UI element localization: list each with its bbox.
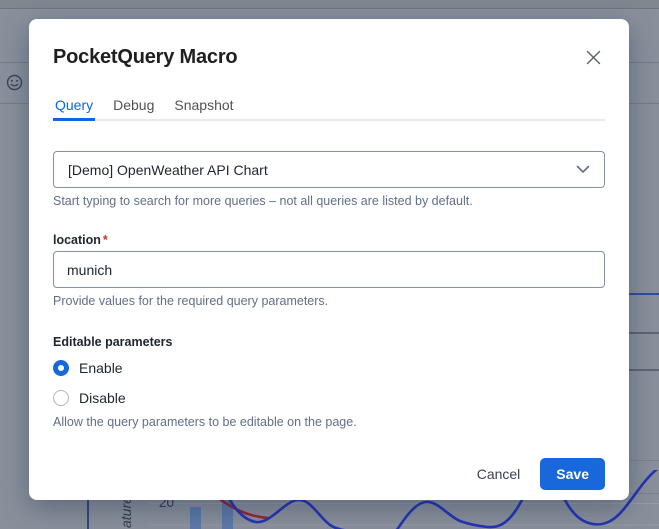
editable-parameters-helper: Allow the query parameters to be editabl… [53, 415, 357, 429]
location-label: location * [53, 233, 605, 247]
chart-y-axis-label: ature [118, 496, 134, 528]
save-button[interactable]: Save [540, 458, 605, 490]
page-top-bar [0, 0, 659, 9]
dialog-actions: Cancel Save [53, 458, 605, 490]
smiley-icon [6, 74, 23, 91]
location-label-text: location [53, 233, 101, 247]
dialog-title: PocketQuery Macro [53, 46, 238, 68]
query-select-value: [Demo] OpenWeather API Chart [68, 161, 268, 178]
radio-enable-label: Enable [79, 360, 123, 376]
tab-query[interactable]: Query [53, 95, 96, 121]
cancel-button[interactable]: Cancel [465, 459, 533, 489]
location-helper: Provide values for the required query pa… [53, 294, 329, 308]
required-asterisk: * [102, 233, 108, 247]
editable-parameters-label: Editable parameters [53, 335, 173, 349]
radio-disable-label: Disable [79, 390, 126, 406]
close-button[interactable] [581, 45, 605, 69]
pocketquery-macro-dialog: PocketQuery Macro Query Debug Snapshot [… [29, 19, 629, 500]
query-select-helper: Start typing to search for more queries … [53, 194, 473, 208]
dialog-header: PocketQuery Macro [53, 43, 605, 71]
dialog-tabs: Query Debug Snapshot [53, 95, 605, 121]
chevron-down-icon [576, 165, 590, 173]
close-icon [586, 50, 600, 64]
radio-disable[interactable]: Disable [53, 387, 605, 409]
radio-enable-control[interactable] [53, 360, 69, 376]
tab-snapshot[interactable]: Snapshot [172, 95, 235, 121]
tab-debug[interactable]: Debug [111, 95, 156, 121]
radio-enable[interactable]: Enable [53, 357, 605, 379]
location-input[interactable] [53, 251, 605, 288]
query-select[interactable]: [Demo] OpenWeather API Chart [53, 151, 605, 188]
radio-disable-control[interactable] [53, 390, 69, 406]
